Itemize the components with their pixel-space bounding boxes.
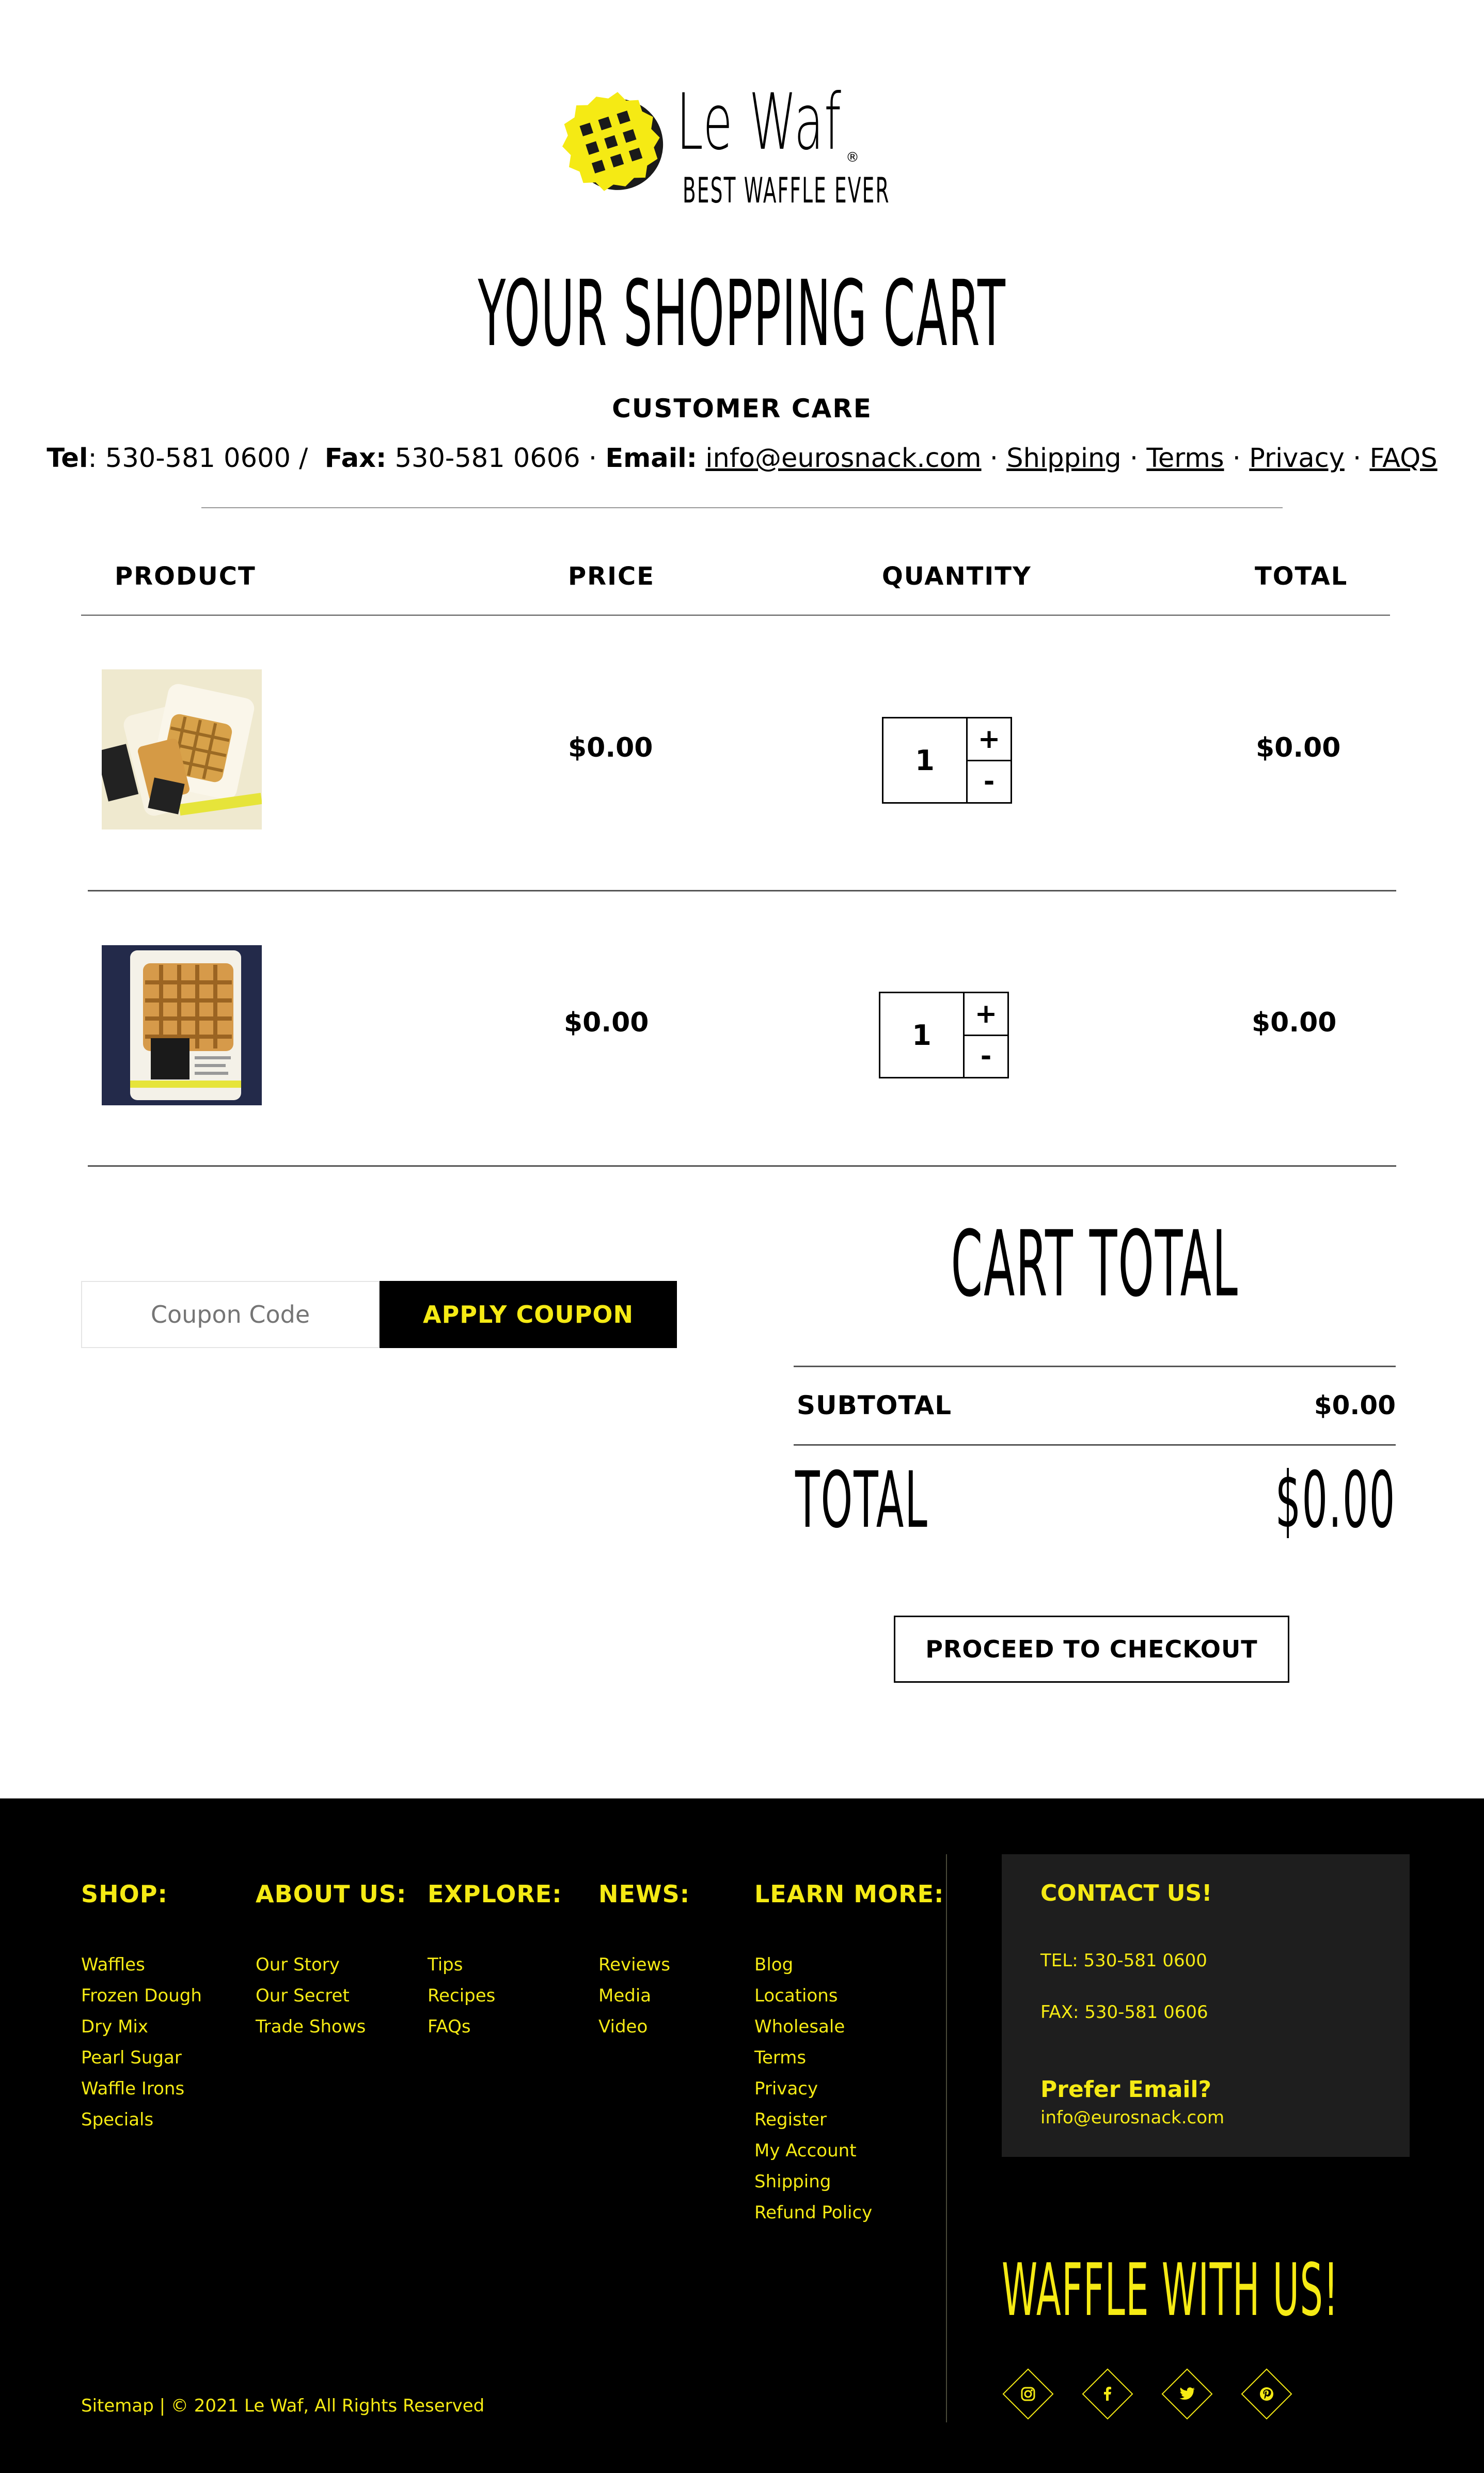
footer-link-my-account[interactable]: My Account — [754, 2135, 872, 2166]
quantity-decrease-button[interactable]: - — [965, 1036, 1007, 1077]
customer-care-contact-line: Tel: 530-581 0600 / Fax: 530-581 0606 · … — [46, 443, 1438, 474]
coupon-code-input[interactable] — [81, 1281, 380, 1348]
footer-link-refund-policy[interactable]: Refund Policy — [754, 2197, 872, 2228]
tel-label: Tel — [46, 443, 88, 474]
footer-link-recipes[interactable]: Recipes — [428, 1980, 495, 2011]
footer-explore-title: EXPLORE: — [428, 1880, 562, 1908]
waffle-package-light-icon — [102, 669, 262, 829]
footer-shop-title: SHOP: — [81, 1880, 168, 1908]
footer-link-media[interactable]: Media — [598, 1980, 670, 2011]
footer-link-our-story[interactable]: Our Story — [256, 1949, 366, 1980]
header-total: TOTAL — [1255, 562, 1348, 591]
footer-link-faqs[interactable]: FAQs — [428, 2011, 495, 2042]
total-value: $0.00 — [1275, 1455, 1396, 1545]
footer-learn-more-links: Blog Locations Wholesale Terms Privacy R… — [754, 1949, 872, 2228]
pinterest-icon — [1249, 2376, 1285, 2412]
quantity-stepper[interactable]: 1 + - — [879, 992, 1009, 1078]
row-divider — [88, 890, 1396, 891]
contact-title: CONTACT US! — [1040, 1880, 1212, 1906]
proceed-to-checkout-button[interactable]: PROCEED TO CHECKOUT — [894, 1616, 1289, 1683]
item-price: $0.00 — [564, 1007, 649, 1038]
quantity-increase-button[interactable]: + — [968, 718, 1011, 761]
footer-link-tips[interactable]: Tips — [428, 1949, 495, 1980]
footer-link-privacy[interactable]: Privacy — [754, 2073, 872, 2104]
quantity-value[interactable]: 1 — [883, 718, 968, 802]
footer-learn-more-title: LEARN MORE: — [754, 1880, 944, 1908]
item-total: $0.00 — [1252, 1007, 1337, 1038]
contact-email-link[interactable]: info@eurosnack.com — [1040, 2107, 1224, 2128]
logo-wordmark: Le Waf — [676, 77, 842, 167]
email-link[interactable]: info@eurosnack.com — [705, 443, 981, 474]
product-image[interactable] — [102, 669, 262, 829]
footer-link-video[interactable]: Video — [598, 2011, 670, 2042]
page-title: YOUR SHOPPING CART — [478, 261, 1006, 367]
privacy-link[interactable]: Privacy — [1249, 443, 1345, 474]
registered-mark: ® — [846, 150, 859, 165]
quantity-stepper[interactable]: 1 + - — [882, 717, 1012, 804]
footer-explore-links: Tips Recipes FAQs — [428, 1949, 495, 2042]
footer-link-reviews[interactable]: Reviews — [598, 1949, 670, 1980]
footer-link-terms[interactable]: Terms — [754, 2042, 872, 2073]
quantity-decrease-button[interactable]: - — [968, 761, 1011, 803]
total-label: TOTAL — [795, 1455, 928, 1545]
subtotal-label: SUBTOTAL — [797, 1390, 952, 1420]
footer-link-blog[interactable]: Blog — [754, 1949, 872, 1980]
footer-link-frozen-dough[interactable]: Frozen Dough — [81, 1980, 202, 2011]
shipping-link[interactable]: Shipping — [1006, 443, 1121, 474]
logo-tagline: BEST WAFFLE EVER — [683, 170, 890, 211]
waffle-package-dark-icon — [102, 945, 262, 1105]
prefer-email-label: Prefer Email? — [1040, 2076, 1212, 2103]
subtotal-value: $0.00 — [1314, 1390, 1396, 1420]
footer-link-waffle-irons[interactable]: Waffle Irons — [81, 2073, 202, 2104]
footer-about-links: Our Story Our Secret Trade Shows — [256, 1949, 366, 2042]
footer-bottom-text[interactable]: Sitemap | © 2021 Le Waf, All Rights Rese… — [81, 2396, 484, 2416]
cart-total-title: CART TOTAL — [951, 1211, 1239, 1317]
footer-news-links: Reviews Media Video — [598, 1949, 670, 2042]
header-quantity: QUANTITY — [882, 562, 1032, 591]
row-divider — [88, 1165, 1396, 1167]
tel-value: 530-581 0600 — [105, 443, 291, 474]
divider — [201, 507, 1283, 508]
divider — [794, 1444, 1396, 1446]
footer-link-specials[interactable]: Specials — [81, 2104, 202, 2135]
quantity-increase-button[interactable]: + — [965, 993, 1007, 1036]
table-header-divider — [81, 615, 1390, 616]
divider — [794, 1366, 1396, 1367]
footer-link-shipping[interactable]: Shipping — [754, 2166, 872, 2197]
apply-coupon-button[interactable]: APPLY COUPON — [380, 1281, 677, 1348]
item-price: $0.00 — [568, 732, 653, 763]
instagram-icon — [1010, 2376, 1046, 2412]
waffle-logo-icon — [562, 92, 664, 191]
footer-link-dry-mix[interactable]: Dry Mix — [81, 2011, 202, 2042]
product-image[interactable] — [102, 945, 262, 1105]
footer-link-register[interactable]: Register — [754, 2104, 872, 2135]
footer-shop-links: Waffles Frozen Dough Dry Mix Pearl Sugar… — [81, 1949, 202, 2135]
footer-slogan: WAFFLE WITH US! — [1002, 2248, 1339, 2333]
email-label: Email: — [605, 443, 698, 474]
terms-link[interactable]: Terms — [1146, 443, 1224, 474]
footer-link-pearl-sugar[interactable]: Pearl Sugar — [81, 2042, 202, 2073]
item-total: $0.00 — [1256, 732, 1341, 763]
facebook-icon — [1090, 2376, 1126, 2412]
header-product: PRODUCT — [115, 562, 256, 591]
contact-tel[interactable]: TEL: 530-581 0600 — [1040, 1950, 1207, 1971]
faqs-link[interactable]: FAQS — [1369, 443, 1437, 474]
fax-value: 530-581 0606 — [394, 443, 580, 474]
footer-divider — [946, 1854, 947, 2422]
header-price: PRICE — [568, 562, 655, 591]
footer-link-locations[interactable]: Locations — [754, 1980, 872, 2011]
footer-link-our-secret[interactable]: Our Secret — [256, 1980, 366, 2011]
footer-news-title: NEWS: — [598, 1880, 690, 1908]
customer-care-title: CUSTOMER CARE — [612, 394, 872, 424]
quantity-value[interactable]: 1 — [880, 993, 965, 1077]
footer-link-waffles[interactable]: Waffles — [81, 1949, 202, 1980]
footer-link-wholesale[interactable]: Wholesale — [754, 2011, 872, 2042]
contact-fax: FAX: 530-581 0606 — [1040, 2002, 1208, 2023]
twitter-icon — [1169, 2376, 1205, 2412]
footer-link-trade-shows[interactable]: Trade Shows — [256, 2011, 366, 2042]
fax-label: Fax: — [324, 443, 387, 474]
footer-about-title: ABOUT US: — [256, 1880, 407, 1908]
